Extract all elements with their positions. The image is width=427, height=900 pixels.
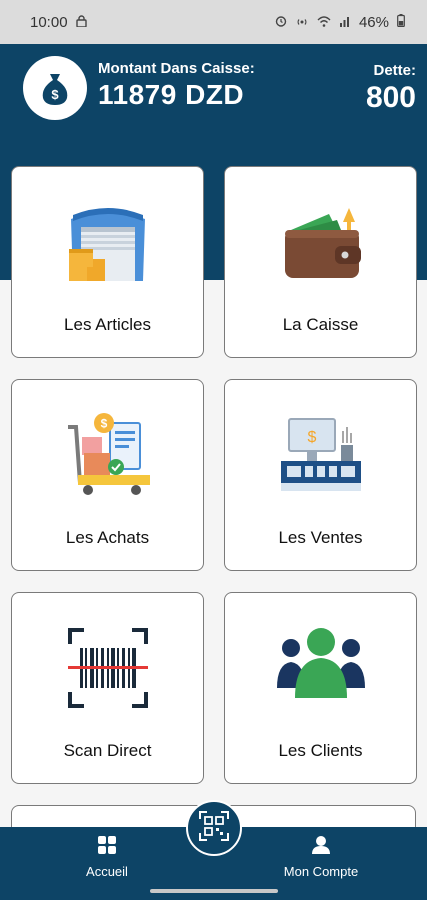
card-label-scan-direct: Scan Direct: [63, 741, 152, 760]
warehouse-icon: [12, 187, 203, 297]
status-time: 10:00: [30, 13, 68, 31]
lock-icon: [75, 14, 87, 30]
card-label-articles: Les Articles: [64, 315, 151, 334]
battery-icon: [397, 14, 405, 30]
home-indicator[interactable]: [150, 889, 278, 893]
svg-text:$: $: [100, 417, 107, 431]
card-label-ventes: Les Ventes: [278, 528, 363, 547]
cash-register-icon: $: [225, 400, 416, 510]
nav-home[interactable]: Accueil: [78, 835, 136, 879]
card-scan-direct[interactable]: Scan Direct: [11, 592, 204, 784]
card-articles[interactable]: Les Articles: [11, 166, 204, 358]
wifi-icon: [317, 15, 331, 30]
status-bar: 10:00 46%: [0, 0, 427, 44]
qr-code-icon: [199, 810, 229, 846]
dette-label: Dette:: [373, 62, 416, 79]
svg-text:$: $: [307, 429, 316, 446]
card-ventes[interactable]: $ Les Ventes: [224, 379, 417, 571]
grid-icon: [97, 835, 117, 858]
battery-percent: 46%: [358, 13, 389, 31]
card-label-caisse: La Caisse: [282, 315, 359, 334]
nav-account-label: Mon Compte: [283, 864, 359, 879]
dette-value: 800: [365, 81, 416, 114]
clients-group-icon: [225, 613, 416, 723]
wallet-icon: [225, 187, 416, 297]
caisse-label: Montant Dans Caisse:: [98, 60, 255, 77]
svg-text:$: $: [51, 87, 59, 102]
purchase-cart-icon: $: [12, 400, 203, 510]
nav-account[interactable]: Mon Compte: [280, 835, 362, 879]
signal-icon: [339, 15, 351, 30]
scan-fab-button[interactable]: [186, 800, 242, 856]
barcode-scan-icon: [12, 613, 203, 723]
card-caisse[interactable]: La Caisse: [224, 166, 417, 358]
money-bag-icon: $: [23, 56, 87, 120]
card-achats[interactable]: $ Les Achats: [11, 379, 204, 571]
card-clients[interactable]: Les Clients: [224, 592, 417, 784]
hotspot-icon: [295, 15, 309, 30]
card-label-clients: Les Clients: [278, 741, 363, 760]
nav-home-label: Accueil: [86, 864, 128, 879]
card-label-achats: Les Achats: [65, 528, 150, 547]
alarm-icon: [275, 15, 287, 30]
caisse-amount: 11879 DZD: [98, 79, 245, 110]
user-icon: [311, 835, 331, 858]
